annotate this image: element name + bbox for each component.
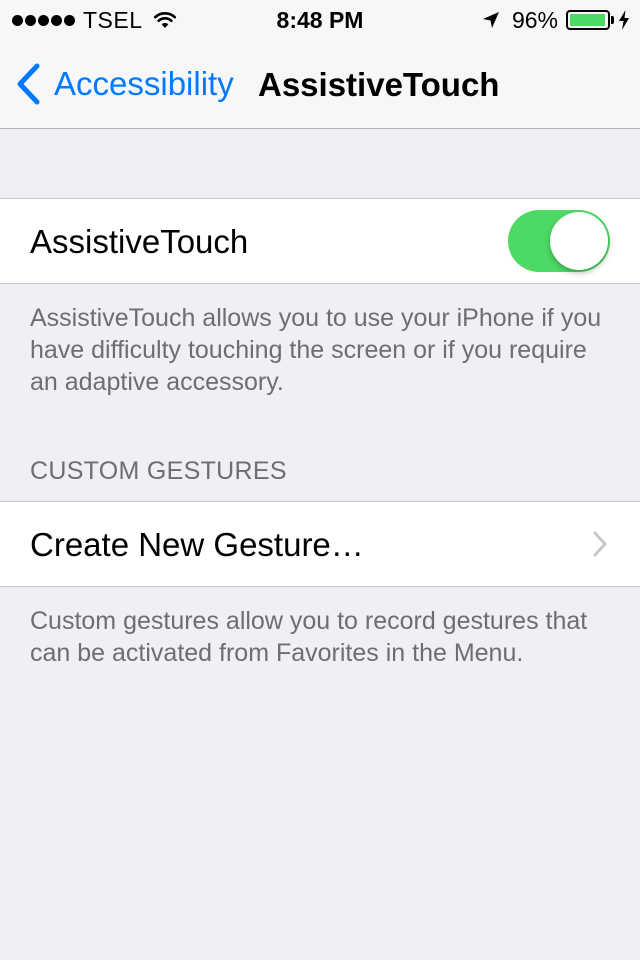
custom-gestures-description: Custom gestures allow you to record gest… [30,607,588,667]
create-new-gesture-label: Create New Gesture… [30,526,364,563]
top-bar: TSEL 8:48 PM 96% Accessibility Assistive… [0,0,640,129]
location-arrow-icon [482,12,499,28]
custom-gestures-header: CUSTOM GESTURES [30,457,287,485]
page-title: AssistiveTouch [258,66,500,103]
assistivetouch-toggle[interactable] [508,210,610,272]
assistivetouch-row: AssistiveTouch [0,198,640,284]
assistivetouch-description: AssistiveTouch allows you to use your iP… [30,304,602,396]
chevron-right-icon [593,531,607,557]
battery-tip [611,16,614,24]
back-button[interactable]: Accessibility [14,62,234,106]
battery-icon [566,10,610,30]
status-right: 96% [482,7,630,33]
chevron-left-icon [17,63,40,105]
assistivetouch-label: AssistiveTouch [30,223,249,260]
charging-bolt-icon [619,10,629,30]
battery-percent: 96% [511,6,558,33]
status-bar: TSEL 8:48 PM 96% [0,0,640,40]
toggle-knob [550,212,608,270]
back-button-label: Accessibility [54,65,234,102]
navigation-bar: Accessibility AssistiveTouch [0,40,640,128]
battery-fill [570,14,605,26]
create-new-gesture-row[interactable]: Create New Gesture… [0,501,640,587]
